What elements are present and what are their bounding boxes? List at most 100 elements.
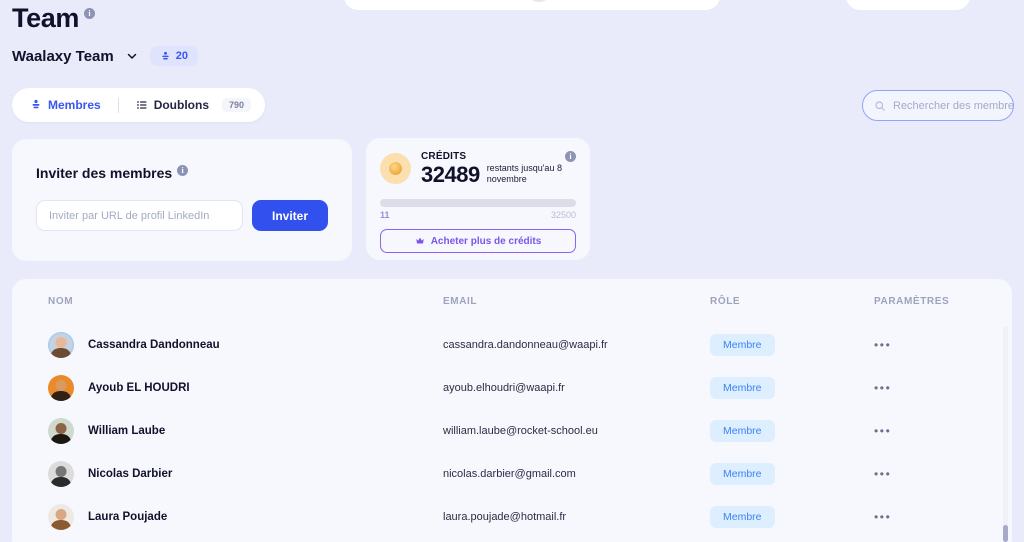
cell-name: Nicolas Darbier xyxy=(48,460,443,487)
tab-doublons-count: 790 xyxy=(222,98,252,112)
column-header-email: EMAIL xyxy=(443,295,478,307)
members-table: NOM EMAIL RÔLE PARAMÈTRES Cassandra Dand… xyxy=(12,279,1012,542)
team-member-count-badge[interactable]: 20 xyxy=(149,46,198,66)
column-header-nom: NOM xyxy=(48,295,74,307)
invite-title-row: Inviter des membres i xyxy=(36,165,328,181)
info-icon[interactable]: i xyxy=(565,151,576,162)
ellipsis-icon[interactable]: ••• xyxy=(874,338,891,352)
avatar xyxy=(48,374,74,401)
credits-label: CRÉDITS xyxy=(421,151,467,162)
search-input[interactable]: Rechercher des membre xyxy=(862,90,1014,121)
tab-doublons[interactable]: Doublons xyxy=(132,98,213,112)
crown-icon xyxy=(415,237,424,244)
avatar xyxy=(48,331,74,358)
cell-name: Cassandra Dandonneau xyxy=(48,331,443,358)
invite-button[interactable]: Inviter xyxy=(251,200,328,231)
member-email: cassandra.dandonneau@waapi.fr xyxy=(443,338,608,351)
cell-role: Membre xyxy=(710,462,874,485)
team-member-count-value: 20 xyxy=(175,50,188,62)
top-overlay-card-right xyxy=(846,0,970,10)
tab-doublons-label: Doublons xyxy=(153,98,210,112)
role-badge[interactable]: Membre xyxy=(710,505,775,528)
role-badge[interactable]: Membre xyxy=(710,462,775,485)
cell-name: William Laube xyxy=(48,417,443,444)
avatar xyxy=(48,503,74,530)
people-icon xyxy=(162,51,169,60)
invite-members-card: Inviter des membres i Inviter par URL de… xyxy=(12,139,352,261)
cell-role: Membre xyxy=(710,333,874,356)
invite-url-input[interactable]: Inviter par URL de profil LinkedIn xyxy=(36,200,243,231)
ellipsis-icon[interactable]: ••• xyxy=(874,381,891,395)
table-row[interactable]: Cassandra Dandonneau cassandra.dandonneau… xyxy=(12,323,1012,366)
invite-url-placeholder: Inviter par URL de profil LinkedIn xyxy=(49,209,210,222)
cell-parametres: ••• xyxy=(874,465,1008,483)
role-badge[interactable]: Membre xyxy=(710,376,775,399)
ellipsis-icon[interactable]: ••• xyxy=(874,424,891,438)
table-row[interactable]: Nicolas Darbier nicolas.darbier@gmail.com… xyxy=(12,452,1012,495)
top-overlay-placeholder-dot xyxy=(530,0,548,2)
coin-icon xyxy=(380,153,411,184)
member-email: william.laube@rocket-school.eu xyxy=(443,424,598,437)
info-icon[interactable]: i xyxy=(83,8,95,19)
cell-name: Ayoub EL HOUDRI xyxy=(48,374,443,401)
table-scrollbar-thumb[interactable] xyxy=(1003,525,1008,542)
ellipsis-icon[interactable]: ••• xyxy=(874,467,891,481)
list-icon xyxy=(136,101,147,109)
credits-progress-bar xyxy=(380,199,576,207)
invite-input-row: Inviter par URL de profil LinkedIn Invit… xyxy=(36,200,328,231)
table-row[interactable]: Ayoub EL HOUDRI ayoub.elhoudri@waapi.fr Me… xyxy=(12,366,1012,409)
role-badge[interactable]: Membre xyxy=(710,333,775,356)
chevron-down-icon[interactable] xyxy=(126,50,138,62)
member-name: Cassandra Dandonneau xyxy=(88,338,220,351)
avatar xyxy=(48,460,74,487)
cell-name: Laura Poujade xyxy=(48,503,443,530)
table-body: Cassandra Dandonneau cassandra.dandonneau… xyxy=(12,323,1012,538)
credits-progress-fill xyxy=(380,199,576,207)
role-badge[interactable]: Membre xyxy=(710,419,775,442)
credits-card: i CRÉDITS 32489 restants jusqu'au 8 nove… xyxy=(366,138,590,260)
tab-bar: Membres Doublons 790 xyxy=(12,88,266,122)
member-name: William Laube xyxy=(88,424,166,437)
column-header-role: RÔLE xyxy=(710,295,741,307)
member-name: Ayoub EL HOUDRI xyxy=(88,381,190,394)
credits-subtitle: restants jusqu'au 8 novembre xyxy=(486,163,562,184)
info-icon[interactable]: i xyxy=(177,165,189,176)
member-email: laura.poujade@hotmail.fr xyxy=(443,510,567,523)
page-title: Team xyxy=(12,3,79,33)
team-selector-row: Waalaxy Team 20 xyxy=(12,46,198,66)
credits-progress-min: 11 xyxy=(380,210,390,220)
tab-membres-label: Membres xyxy=(48,98,101,112)
table-scrollbar[interactable] xyxy=(1003,326,1008,542)
table-row[interactable]: Laura Poujade laura.poujade@hotmail.fr Mem… xyxy=(12,495,1012,538)
cell-parametres: ••• xyxy=(874,422,1008,440)
search-placeholder: Rechercher des membre xyxy=(893,99,1014,112)
credits-progress-max: 32500 xyxy=(550,210,576,220)
cell-parametres: ••• xyxy=(874,379,1008,397)
buy-credits-label: Acheter plus de crédits xyxy=(430,235,542,247)
cell-role: Membre xyxy=(710,505,874,528)
member-name: Laura Poujade xyxy=(88,510,168,523)
member-email: nicolas.darbier@gmail.com xyxy=(443,467,576,480)
avatar xyxy=(48,417,74,444)
cell-parametres: ••• xyxy=(874,508,1008,526)
credits-amount: 32489 xyxy=(421,162,480,187)
table-header-row: NOM EMAIL RÔLE PARAMÈTRES xyxy=(12,279,1012,323)
invite-card-title: Inviter des membres xyxy=(36,165,173,181)
ellipsis-icon[interactable]: ••• xyxy=(874,510,891,524)
table-row[interactable]: William Laube william.laube@rocket-school… xyxy=(12,409,1012,452)
team-name[interactable]: Waalaxy Team xyxy=(12,48,114,65)
column-header-parametres: PARAMÈTRES xyxy=(874,295,950,307)
buy-credits-button[interactable]: Acheter plus de crédits xyxy=(380,229,576,253)
cell-role: Membre xyxy=(710,376,874,399)
credits-progress-labels: 11 32500 xyxy=(380,210,576,220)
credits-amount-row: 32489 restants jusqu'au 8 novembre xyxy=(421,163,563,186)
people-icon xyxy=(32,99,40,109)
team-page: Team i Waalaxy Team 20 Membres Doublons … xyxy=(0,0,1024,542)
tab-membres[interactable]: Membres xyxy=(26,98,105,112)
cell-parametres: ••• xyxy=(874,336,1008,354)
credits-header: CRÉDITS 32489 restants jusqu'au 8 novemb… xyxy=(380,151,576,186)
search-icon xyxy=(875,100,885,111)
top-overlay-card-left xyxy=(344,0,720,10)
cell-role: Membre xyxy=(710,419,874,442)
member-email: ayoub.elhoudri@waapi.fr xyxy=(443,381,565,394)
